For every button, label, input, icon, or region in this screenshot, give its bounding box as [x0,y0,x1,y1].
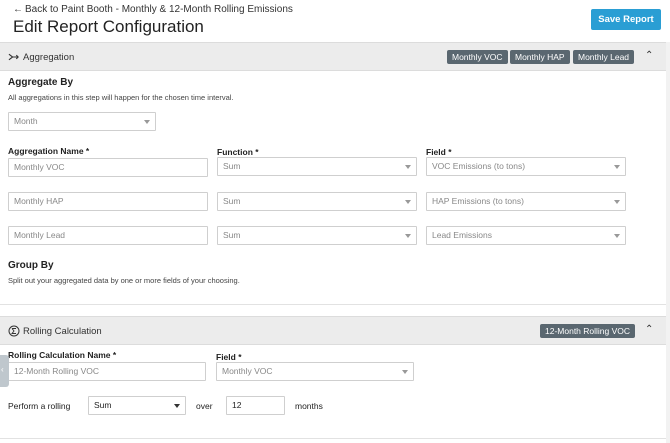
save-report-button[interactable]: Save Report [591,9,661,30]
interval-select-value: Month [14,116,38,126]
rolling-field-select[interactable]: Monthly VOC [216,362,414,381]
merge-arrow-icon [8,51,20,63]
sigma-icon [8,325,20,337]
caret-down-icon [144,120,150,124]
rolling-function-value: Sum [94,400,112,410]
caret-down-icon [174,404,180,408]
chevron-left-icon: ‹ [1,365,4,374]
chip-monthly-lead: Monthly Lead [573,50,635,64]
rolling-field-label: Field * [216,352,242,362]
function-select-value: Sum [223,196,241,206]
caret-down-icon [614,200,620,204]
over-label: over [196,401,213,411]
page-header: ← Back to Paint Booth - Monthly & 12-Mon… [0,0,670,42]
section-divider [0,438,670,439]
function-select[interactable]: Sum [217,226,417,245]
back-link[interactable]: ← Back to Paint Booth - Monthly & 12-Mon… [13,4,293,15]
aggregation-name-input[interactable]: Monthly VOC [8,158,208,177]
rolling-field-value: Monthly VOC [222,366,273,376]
side-panel-handle[interactable]: ‹ [0,355,9,387]
function-select-value: Sum [223,161,241,171]
aggregate-by-help: All aggregations in this step will happe… [8,93,234,102]
caret-down-icon [402,370,408,374]
caret-down-icon [614,165,620,169]
rolling-function-select[interactable]: Sum [88,396,186,415]
function-label: Function * [217,147,259,157]
group-by-heading: Group By [8,260,54,271]
group-by-help: Split out your aggregated data by one or… [8,276,240,285]
caret-down-icon [405,165,411,169]
rolling-name-label: Rolling Calculation Name * [8,350,117,360]
caret-down-icon [405,234,411,238]
page-title: Edit Report Configuration [13,17,204,36]
aggregation-name-label: Aggregation Name * [8,146,90,156]
field-select-value: HAP Emissions (to tons) [432,196,524,206]
function-select-value: Sum [223,230,241,240]
months-label: months [295,401,323,411]
rolling-section-header[interactable]: Rolling Calculation 12-Month Rolling VOC… [0,316,670,345]
back-link-label: Back to Paint Booth - Monthly & 12-Month… [25,4,293,15]
rolling-title: Rolling Calculation [23,326,102,337]
chip-monthly-voc: Monthly VOC [447,50,508,64]
aggregation-section-header[interactable]: Aggregation Monthly VOC Monthly HAP Mont… [0,42,670,71]
aggregation-name-input[interactable]: Monthly HAP [8,192,208,211]
section-divider [0,304,670,305]
chevron-up-icon[interactable]: ⌃ [645,50,653,61]
field-select-value: Lead Emissions [432,230,493,240]
caret-down-icon [614,234,620,238]
interval-select[interactable]: Month [8,112,156,131]
field-select[interactable]: VOC Emissions (to tons) [426,157,626,176]
field-select-value: VOC Emissions (to tons) [432,161,526,171]
aggregation-name-input[interactable]: Monthly Lead [8,226,208,245]
caret-down-icon [405,200,411,204]
aggregation-title: Aggregation [23,52,75,63]
function-select[interactable]: Sum [217,157,417,176]
period-input[interactable]: 12 [226,396,285,415]
aggregate-by-heading: Aggregate By [8,77,74,88]
rolling-name-input[interactable]: 12-Month Rolling VOC [8,362,206,381]
chip-rolling-voc: 12-Month Rolling VOC [540,324,636,338]
arrow-left-icon: ← [13,4,23,15]
field-label: Field * [426,147,452,157]
chevron-up-icon[interactable]: ⌃ [645,324,653,335]
scrollbar[interactable] [666,42,670,443]
field-select[interactable]: HAP Emissions (to tons) [426,192,626,211]
function-select[interactable]: Sum [217,192,417,211]
chip-monthly-hap: Monthly HAP [510,50,570,64]
field-select[interactable]: Lead Emissions [426,226,626,245]
perform-rolling-label: Perform a rolling [8,401,71,411]
